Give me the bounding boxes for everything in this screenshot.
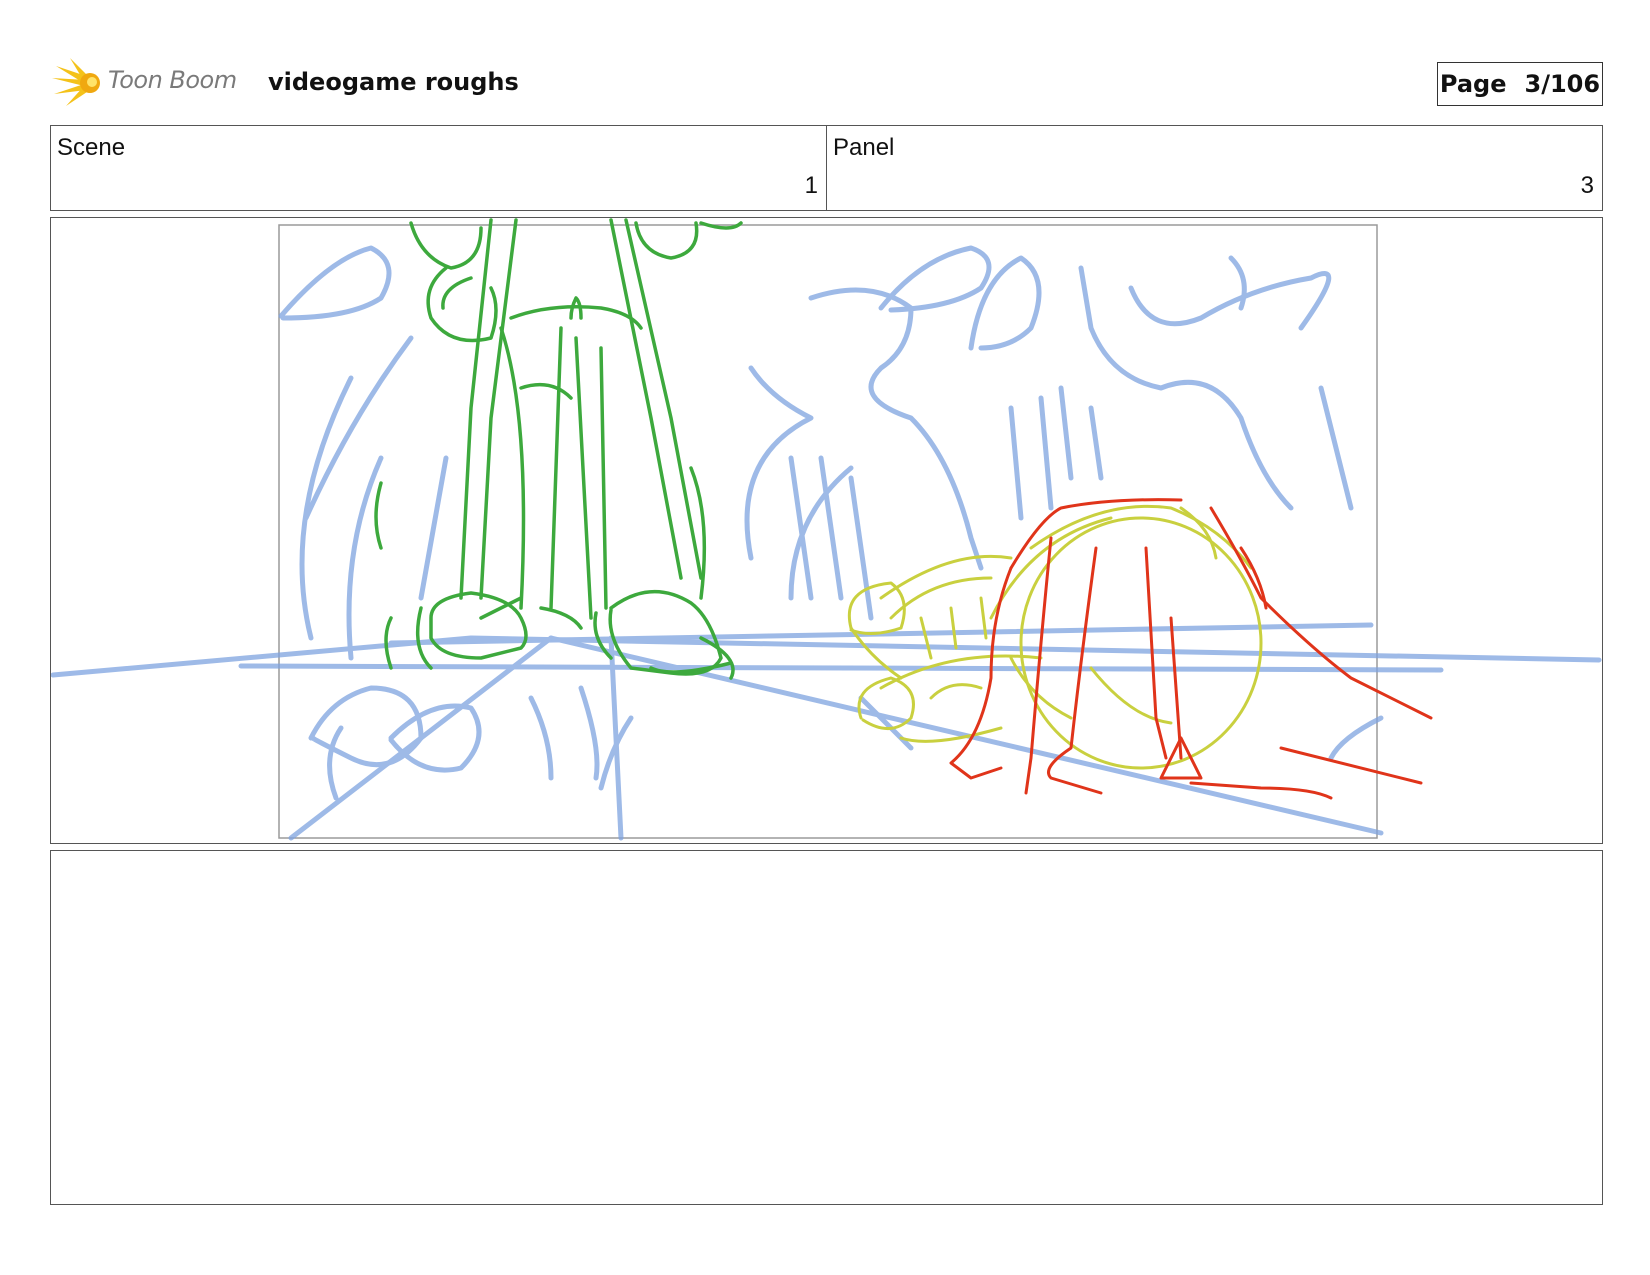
background-sketch-lines (51, 245, 1602, 841)
scene-panel-info-row: Scene 1 Panel 3 (50, 125, 1603, 211)
panel-notes-area (50, 850, 1603, 1205)
scene-cell: Scene 1 (51, 126, 826, 210)
panel-label: Panel (833, 134, 895, 161)
page-number: 3/106 (1524, 70, 1601, 98)
right-character-sketch (847, 504, 1263, 770)
storyboard-image-frame (50, 217, 1603, 844)
panel-cell: Panel 3 (826, 126, 1602, 210)
scene-label: Scene (57, 134, 126, 161)
rough-sketch-drawing (51, 218, 1602, 841)
starburst-logo-icon (52, 58, 100, 106)
panel-number: 3 (1580, 172, 1594, 199)
page-label: Page (1439, 70, 1507, 98)
toon-boom-logo: Toon Boom (52, 56, 252, 108)
left-character-sketch (374, 218, 743, 680)
page-indicator: Page 3/106 (1437, 62, 1603, 106)
document-title: videogame roughs (268, 68, 519, 96)
logo-wordmark: Toon Boom (108, 66, 237, 94)
scene-number: 1 (804, 172, 818, 199)
